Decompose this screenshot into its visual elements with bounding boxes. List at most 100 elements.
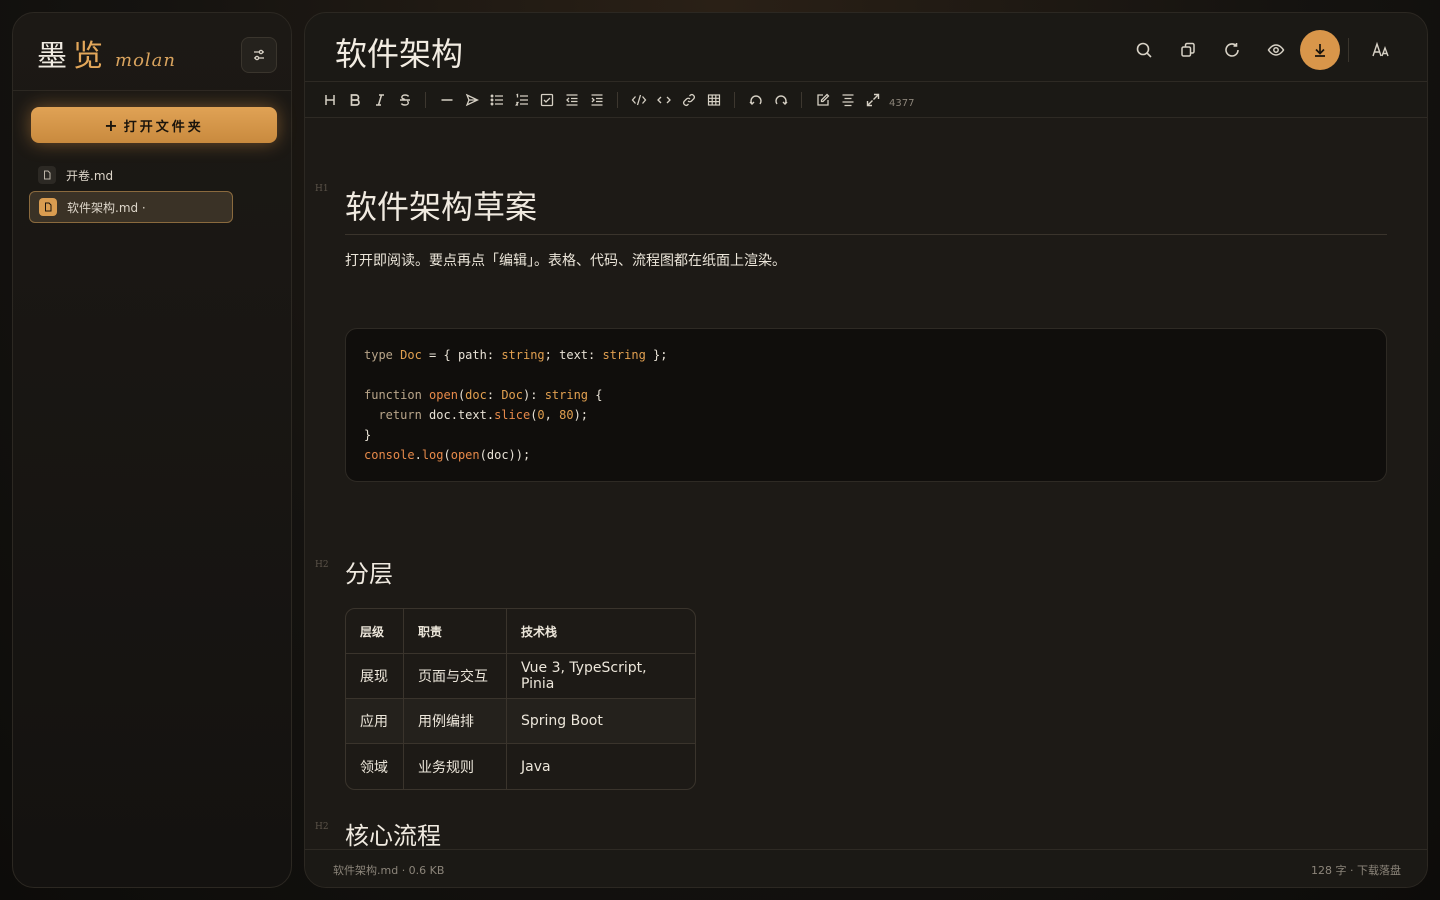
- main-panel: 软件架构 4377 H1 软件架构草案 打开即阅读。要点再点「编辑」。表格、代码…: [304, 12, 1428, 888]
- edit-icon: [816, 93, 829, 106]
- brand-cn: 墨览: [37, 39, 109, 74]
- file-list: 开卷.md 软件架构.md ·: [29, 159, 233, 223]
- file-name: 开卷.md: [66, 168, 114, 183]
- search-icon: [1136, 42, 1152, 58]
- toolbar-divider: [425, 92, 426, 108]
- open-folder-button[interactable]: + 打开文件夹: [31, 107, 277, 143]
- font-size-button[interactable]: [1361, 30, 1401, 70]
- refresh-button[interactable]: [1212, 30, 1252, 70]
- align-icon: [842, 94, 853, 107]
- doc-heading-1: 软件架构草案: [345, 188, 538, 226]
- table-header-row: 层级 职责 技术栈: [346, 609, 695, 654]
- document-view[interactable]: H1 软件架构草案 打开即阅读。要点再点「编辑」。表格、代码、流程图都在纸面上渲…: [305, 118, 1427, 849]
- ordered-list-button[interactable]: [509, 88, 534, 112]
- redo-button[interactable]: [768, 88, 793, 112]
- h2-marker: H2: [315, 822, 329, 832]
- doc-paragraph: 打开即阅读。要点再点「编辑」。表格、代码、流程图都在纸面上渲染。: [345, 253, 786, 269]
- copy-button[interactable]: [1168, 30, 1208, 70]
- link-button[interactable]: [676, 88, 701, 112]
- code-block-button[interactable]: [626, 88, 651, 112]
- eye-icon: [1267, 44, 1285, 56]
- table-row: 领域 业务规则 Java: [346, 744, 695, 789]
- table-button[interactable]: [701, 88, 726, 112]
- table-cell: Spring Boot: [507, 699, 695, 744]
- document-icon: [39, 198, 57, 216]
- horizontal-rule-icon: [441, 99, 452, 101]
- table-cell: Java: [521, 758, 551, 775]
- redo-icon: [774, 95, 787, 105]
- strikethrough-button[interactable]: [392, 88, 417, 112]
- sidebar: 墨览 molan + 打开文件夹 开卷.md 软件架构.md ·: [12, 12, 292, 888]
- heading-button[interactable]: [317, 88, 342, 112]
- table-cell: 业务规则: [404, 744, 507, 789]
- file-item-architecture[interactable]: 软件架构.md ·: [29, 191, 233, 223]
- indent-button[interactable]: [584, 88, 609, 112]
- header-actions: [1120, 30, 1401, 70]
- heading-icon: [324, 95, 335, 105]
- h1-marker: H1: [315, 184, 329, 194]
- preview-button[interactable]: [1256, 30, 1296, 70]
- code-block: type Doc = { path: string; text: string …: [345, 328, 1387, 482]
- link-icon: [682, 94, 695, 106]
- table-cell: Vue 3, TypeScript, Pinia: [507, 654, 695, 699]
- send-button[interactable]: [459, 88, 484, 112]
- layers-table: 层级 职责 技术栈 展现 页面与交互 Vue 3, TypeScript, Pi…: [345, 608, 696, 790]
- doc-heading-layers: 分层: [345, 560, 393, 588]
- settings-button[interactable]: [241, 37, 277, 73]
- strikethrough-icon: [399, 94, 410, 106]
- refresh-icon: [1225, 43, 1239, 57]
- action-divider: [1348, 38, 1349, 62]
- open-folder-label: 打开文件夹: [123, 119, 204, 135]
- undo-button[interactable]: [743, 88, 768, 112]
- italic-icon: [375, 94, 384, 106]
- table-header: 层级: [346, 609, 404, 654]
- expand-icon: [866, 93, 879, 107]
- download-icon: [1315, 44, 1325, 57]
- fullscreen-button[interactable]: [860, 88, 885, 112]
- inline-code-icon: [656, 96, 671, 104]
- table-row: 应用 用例编排 Spring Boot: [346, 699, 695, 744]
- ordered-list-icon: [514, 93, 528, 106]
- table-cell: 展现: [346, 654, 404, 699]
- table-row: 展现 页面与交互 Vue 3, TypeScript, Pinia: [346, 654, 695, 699]
- undo-icon: [749, 95, 762, 105]
- table-cell: 应用: [346, 699, 404, 744]
- doc-heading-flow: 核心流程: [345, 822, 441, 849]
- page-title: 软件架构: [335, 35, 464, 73]
- status-bar: 软件架构.md · 0.6 KB 128 字 · 下载落盘: [305, 849, 1427, 887]
- sliders-icon: [254, 49, 264, 61]
- align-button[interactable]: [835, 88, 860, 112]
- table-icon: [707, 94, 720, 106]
- outdent-icon: [565, 94, 577, 106]
- bullet-list-button[interactable]: [484, 88, 509, 112]
- bullet-list-icon: [490, 94, 503, 106]
- character-count: 4377: [889, 97, 915, 109]
- inline-code-button[interactable]: [651, 88, 676, 112]
- indent-icon: [591, 94, 602, 106]
- heading-rule: [345, 234, 1387, 235]
- toolbar-divider: [801, 92, 802, 108]
- task-list-button[interactable]: [534, 88, 559, 112]
- editor-toolbar: 4377: [317, 87, 914, 113]
- horizontal-rule-button[interactable]: [434, 88, 459, 112]
- file-name: 软件架构.md ·: [67, 200, 146, 215]
- document-icon: [38, 166, 56, 184]
- edit-button[interactable]: [810, 88, 835, 112]
- search-button[interactable]: [1124, 30, 1164, 70]
- outdent-button[interactable]: [559, 88, 584, 112]
- status-file-info: 软件架构.md · 0.6 KB: [333, 864, 445, 877]
- brand-logo: 墨览 molan: [37, 31, 176, 74]
- table-header: 技术栈: [507, 609, 695, 654]
- file-item-kaijuan[interactable]: 开卷.md: [29, 159, 233, 191]
- table-cell: 用例编排: [404, 699, 507, 744]
- bold-icon: [350, 94, 360, 106]
- checkbox-icon: [540, 93, 553, 107]
- toolbar-divider: [734, 92, 735, 108]
- bold-button[interactable]: [342, 88, 367, 112]
- h2-marker: H2: [315, 560, 329, 570]
- sidebar-divider: [13, 90, 291, 91]
- header-divider: [305, 81, 1427, 82]
- brand-en: molan: [115, 50, 176, 71]
- download-button[interactable]: [1300, 30, 1340, 70]
- italic-button[interactable]: [367, 88, 392, 112]
